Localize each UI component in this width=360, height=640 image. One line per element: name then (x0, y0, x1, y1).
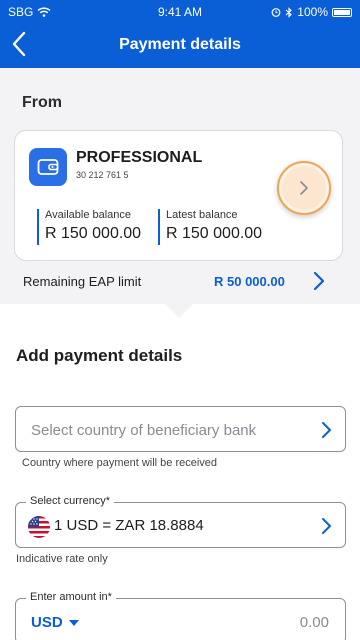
bluetooth-icon (285, 6, 293, 18)
caret-down-icon (68, 619, 79, 626)
alarm-icon (271, 8, 281, 17)
available-balance: Available balance R 150 000.00 (37, 209, 141, 245)
latest-balance-label: Latest balance (166, 209, 238, 221)
country-select[interactable]: Select country of beneficiary bank (15, 406, 346, 452)
eap-limit-value: R 50 000.00 (214, 274, 285, 289)
currency-legend: Select currency* (26, 495, 115, 507)
battery-icon (332, 7, 352, 17)
eap-limit-label: Remaining EAP limit (23, 274, 142, 289)
country-helper-text: Country where payment will be received (22, 457, 218, 469)
chevron-right-icon[interactable] (310, 270, 328, 292)
currency-select[interactable]: Select currency* 1 USD = ZAR 18.8884 (15, 495, 346, 548)
amount-field[interactable]: Enter amount in* USD 0.00 (15, 591, 346, 640)
amount-currency-dropdown[interactable]: USD (31, 614, 79, 631)
account-select-inner (282, 166, 326, 210)
currency-rate: 1 USD = ZAR 18.8884 (54, 517, 204, 534)
app-header: Payment details (0, 24, 360, 68)
account-select-button[interactable] (277, 161, 331, 215)
battery-percent: 100% (297, 5, 328, 19)
account-number: 30 212 761 5 (76, 170, 129, 180)
status-bar: SBG 9:41 AM 100% (0, 0, 360, 24)
us-flag-icon (28, 516, 50, 538)
country-placeholder: Select country of beneficiary bank (31, 422, 257, 439)
chevron-right-icon (322, 422, 331, 438)
available-balance-value: R 150 000.00 (45, 225, 142, 242)
latest-balance-value: R 150 000.00 (166, 225, 263, 242)
add-payment-title: Add payment details (16, 346, 183, 365)
latest-balance: Latest balance R 150 000.00 (158, 209, 262, 245)
amount-currency-code: USD (31, 614, 63, 631)
currency-helper-text: Indicative rate only (16, 553, 108, 565)
status-right: 100% (271, 5, 352, 19)
chevron-right-icon (322, 518, 331, 534)
account-name: PROFESSIONAL (76, 149, 203, 166)
page-title: Payment details (119, 36, 241, 53)
available-balance-label: Available balance (45, 209, 132, 221)
section-notch (165, 304, 193, 318)
wallet-icon (29, 148, 67, 186)
eap-limit-row[interactable]: Remaining EAP limit R 50 000.00 (0, 266, 360, 300)
from-label: From (22, 94, 62, 111)
chevron-right-icon (300, 181, 308, 195)
amount-legend: Enter amount in* (26, 591, 116, 603)
amount-input[interactable]: 0.00 (300, 614, 329, 631)
